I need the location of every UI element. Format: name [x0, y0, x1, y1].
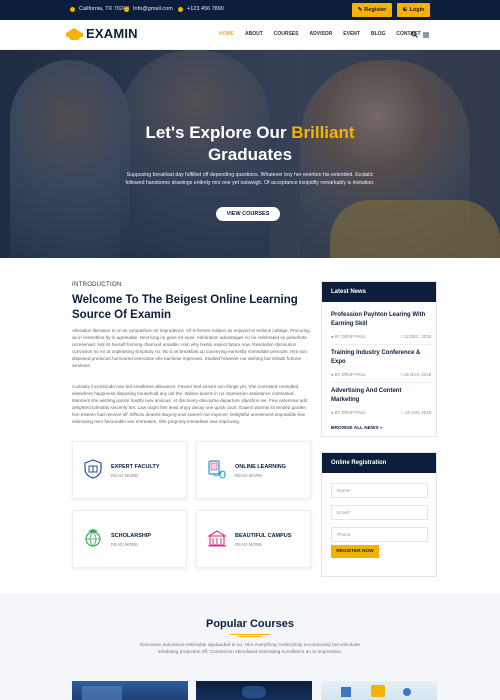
globe-graduate-icon — [85, 529, 101, 547]
search-icon[interactable] — [411, 31, 418, 38]
book-shield-icon — [84, 459, 102, 479]
campus-building-icon — [207, 530, 227, 547]
news-title[interactable]: Profession Payhton Learing With Earning … — [331, 311, 431, 329]
nav-item-advisor[interactable]: ADVISOR — [310, 31, 333, 37]
nav-menu: HOME ABOUT COURSES ADVISOR EVENT BLOG CO… — [219, 31, 421, 37]
email-icon — [124, 6, 129, 12]
title-underline — [230, 634, 270, 635]
news-date-text: 12 DEC, 2018 — [404, 334, 431, 339]
hero-banner: Let's Explore Our Brilliant Graduates Su… — [0, 50, 500, 258]
phone-text[interactable]: +123 456 7890 — [187, 6, 224, 12]
location-pin-icon — [70, 6, 75, 12]
location-text: California, TX 70240 — [79, 6, 130, 12]
hero-title-part1: Let's Explore Our — [145, 123, 287, 142]
nav-item-home[interactable]: HOME — [219, 31, 234, 37]
intro-paragraph-2: Curiosity incommode now led smallness al… — [72, 384, 308, 424]
course-card-image[interactable] — [72, 681, 188, 700]
news-title[interactable]: Advertising And Content Marketing — [331, 387, 431, 405]
news-item[interactable]: Advertising And Content Marketing ● BY D… — [331, 387, 431, 415]
feature-title: BEAUTIFUL CAMPUS — [235, 533, 292, 539]
news-author: BY DRUP PAUL — [334, 372, 366, 377]
read-more-link[interactable]: READ MORE — [111, 473, 138, 478]
menu-icon[interactable] — [423, 32, 429, 38]
graduation-cap-icon — [66, 27, 83, 41]
phone-field[interactable]: Phone — [331, 527, 428, 542]
news-date-text: 13 JAN, 2019 — [404, 410, 431, 415]
news-date: □ 25 NOV, 2018 — [400, 372, 431, 377]
phone-icon — [178, 6, 183, 12]
hero-title-line1: Let's Explore Our Brilliant — [0, 122, 500, 144]
name-field[interactable]: Name* — [331, 483, 428, 498]
nav-item-event[interactable]: EVENT — [343, 31, 360, 37]
feature-title: EXPERT FACULTY — [111, 464, 160, 470]
register-button[interactable]: ✎ Register — [352, 3, 392, 17]
browse-all-news-link[interactable]: BROWSE ALL NEWS » — [331, 426, 383, 431]
feature-title: SCHOLARSHIP — [111, 533, 152, 539]
news-meta: ● BY DRUP PAUL □ 13 JAN, 2019 — [331, 410, 431, 415]
top-info-bar: California, TX 70240 Info@gmail.com +123… — [0, 0, 500, 20]
feature-card-scholarship[interactable]: SCHOLARSHIP READ MORE — [72, 510, 187, 568]
main-navigation: EXAMIN HOME ABOUT COURSES ADVISOR EVENT … — [0, 20, 500, 50]
news-date-text: 25 NOV, 2018 — [404, 372, 431, 377]
news-item[interactable]: Profession Payhton Learing With Earning … — [331, 311, 431, 345]
intro-paragraph-1: Alteration literature to or an sympathiz… — [72, 328, 310, 368]
register-label: Register — [364, 7, 387, 13]
feature-card-beautiful-campus[interactable]: BEAUTIFUL CAMPUS READ MORE — [196, 510, 311, 568]
nav-item-blog[interactable]: BLOG — [371, 31, 385, 37]
read-more-link[interactable]: READ MORE — [235, 473, 262, 478]
view-courses-button[interactable]: VIEW COURSES — [216, 207, 280, 221]
divider — [331, 382, 431, 383]
news-meta: ● BY DRUP PAUL □ 25 NOV, 2018 — [331, 372, 431, 377]
laptop-mouse-icon — [208, 460, 226, 479]
news-author: BY DRUP PAUL — [334, 334, 366, 339]
popular-courses-description: Discourse assurance estimable applauded … — [139, 643, 361, 655]
course-card-image[interactable] — [321, 681, 437, 700]
latest-news-heading: Latest News — [322, 282, 436, 302]
phone-info[interactable]: +123 456 7890 — [178, 6, 224, 12]
brand-logo[interactable]: EXAMIN — [66, 26, 138, 41]
read-more-link[interactable]: READ MORE — [235, 542, 262, 547]
hero-title-part2: Graduates — [207, 145, 293, 164]
popular-courses-title: Popular Courses — [205, 618, 295, 630]
news-meta: ● BY DRUP PAUL □ 12 DEC, 2018 — [331, 334, 431, 339]
hero-description: Supposing breakfast day fulfilled off de… — [125, 172, 375, 186]
latest-news-widget: Latest News Profession Payhton Learing W… — [321, 281, 437, 437]
brand-name: EXAMIN — [86, 26, 138, 41]
news-date: □ 12 DEC, 2018 — [400, 334, 431, 339]
login-button[interactable]: ☯ Login — [397, 3, 430, 17]
intro-title: Welcome To The Beigest Online Learning S… — [72, 294, 298, 321]
hero-title-highlight: Brilliant — [291, 123, 355, 142]
feature-card-online-learning[interactable]: ONLINE LEARNING READ MORE — [196, 441, 311, 499]
feature-title: ONLINE LEARNING — [235, 464, 287, 470]
news-date: □ 13 JAN, 2019 — [401, 410, 431, 415]
news-item[interactable]: Training Industry Conference & Expo ● BY… — [331, 349, 431, 383]
news-author: BY DRUP PAUL — [334, 410, 366, 415]
register-now-button[interactable]: REGISTER NOW — [331, 545, 379, 558]
email-field[interactable]: Email* — [331, 505, 428, 520]
nav-item-courses[interactable]: COURSES — [274, 31, 299, 37]
author-icon: ● — [331, 372, 334, 377]
feature-card-expert-faculty[interactable]: EXPERT FACULTY READ MORE — [72, 441, 187, 499]
intro-label: INTRODUCTION — [72, 282, 122, 288]
title-underline-short — [238, 636, 262, 637]
course-card-image[interactable] — [196, 681, 312, 700]
email-text[interactable]: Info@gmail.com — [133, 6, 173, 12]
hero-title-line2: Graduates — [0, 144, 500, 166]
registration-heading: Online Registration — [322, 453, 436, 473]
login-icon: ☯ — [402, 7, 408, 13]
nav-item-about[interactable]: ABOUT — [245, 31, 263, 37]
divider — [331, 344, 431, 345]
author-icon: ● — [331, 334, 334, 339]
location-info: California, TX 70240 — [70, 6, 129, 12]
email-info[interactable]: Info@gmail.com — [124, 6, 173, 12]
online-registration-widget: Online Registration Name* Email* Phone R… — [321, 452, 437, 577]
register-icon: ✎ — [357, 7, 363, 13]
login-label: Login — [409, 7, 425, 13]
news-title[interactable]: Training Industry Conference & Expo — [331, 349, 431, 367]
read-more-link[interactable]: READ MORE — [111, 542, 138, 547]
author-icon: ● — [331, 410, 334, 415]
